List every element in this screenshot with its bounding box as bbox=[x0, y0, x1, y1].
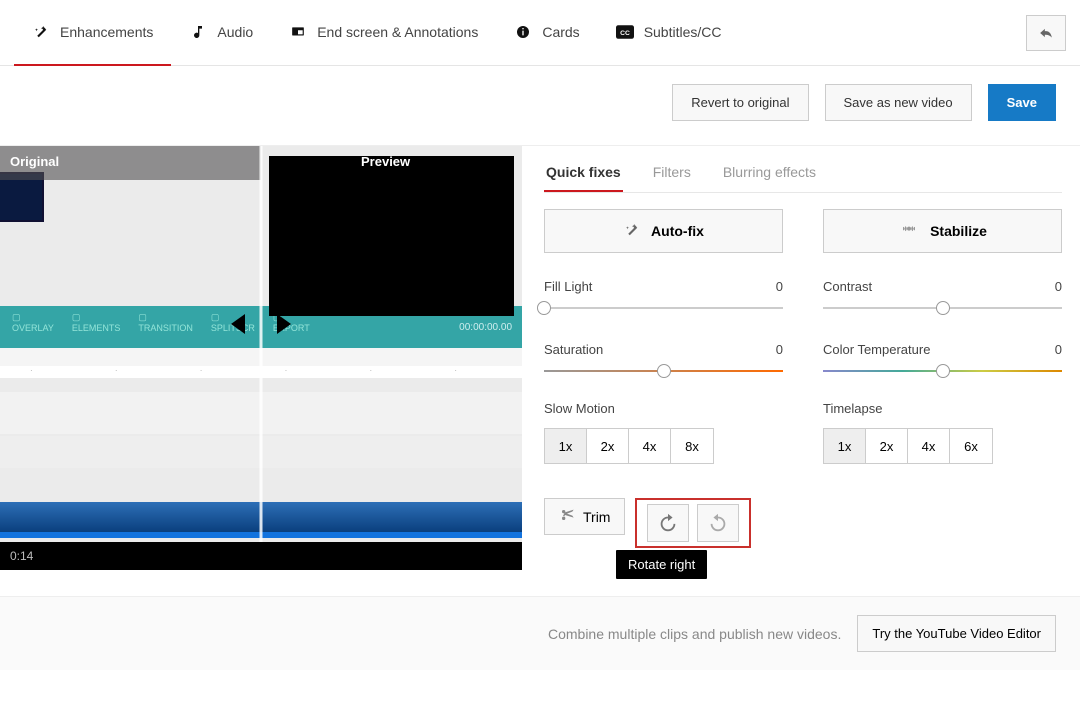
tooltip-rotate-right: Rotate right bbox=[616, 550, 707, 579]
slider-contrast[interactable]: Contrast 0 bbox=[823, 279, 1062, 316]
video-controls[interactable]: 0:14 bbox=[0, 542, 522, 570]
compare-handle-right-icon[interactable] bbox=[277, 314, 291, 334]
wand-icon bbox=[32, 23, 50, 41]
subtabs: Quick fixes Filters Blurring effects bbox=[544, 160, 1062, 193]
scissors-icon bbox=[559, 507, 575, 526]
original-label: Original bbox=[10, 154, 59, 169]
tab-endscreen[interactable]: End screen & Annotations bbox=[271, 0, 496, 66]
timecode: 00:00:00.00 bbox=[459, 322, 512, 333]
music-note-icon bbox=[189, 23, 207, 41]
time-1x[interactable]: 1x bbox=[824, 429, 866, 463]
tab-label: Cards bbox=[542, 24, 579, 40]
preview-label: Preview bbox=[361, 154, 410, 169]
stabilize-label: Stabilize bbox=[930, 223, 987, 239]
main-area: Original Preview ▢OVERLAY▢ELEMENTS▢TRANS… bbox=[0, 146, 1080, 570]
tab-label: Subtitles/CC bbox=[644, 24, 722, 40]
rotate-left-icon bbox=[707, 512, 729, 534]
trim-button[interactable]: Trim bbox=[544, 498, 625, 535]
subtab-blurring[interactable]: Blurring effects bbox=[721, 160, 818, 192]
slider-value: 0 bbox=[776, 342, 783, 357]
slowmotion-group: Slow Motion 1x 2x 4x 8x bbox=[544, 401, 783, 464]
rotate-right-button[interactable] bbox=[647, 504, 689, 542]
video-time: 0:14 bbox=[10, 549, 33, 563]
rotate-left-button[interactable] bbox=[697, 504, 739, 542]
endscreen-icon bbox=[289, 23, 307, 41]
autofix-label: Auto-fix bbox=[651, 223, 704, 239]
tab-enhancements[interactable]: Enhancements bbox=[14, 0, 171, 66]
save-button[interactable]: Save bbox=[988, 84, 1056, 121]
subtab-quickfixes[interactable]: Quick fixes bbox=[544, 160, 623, 192]
group-label: Timelapse bbox=[823, 401, 1062, 416]
trim-label: Trim bbox=[583, 509, 610, 525]
compare-handle-left-icon[interactable] bbox=[231, 314, 245, 334]
slider-value: 0 bbox=[1055, 279, 1062, 294]
cc-icon: CC bbox=[616, 23, 634, 41]
autofix-button[interactable]: Auto-fix bbox=[544, 209, 783, 253]
editor-tabs: Enhancements Audio End screen & Annotati… bbox=[0, 0, 1080, 66]
rotate-right-icon bbox=[657, 512, 679, 534]
slow-2x[interactable]: 2x bbox=[587, 429, 629, 463]
preview-frame[interactable]: Original Preview ▢OVERLAY▢ELEMENTS▢TRANS… bbox=[0, 146, 522, 542]
slider-label: Color Temperature bbox=[823, 342, 930, 357]
tab-audio[interactable]: Audio bbox=[171, 0, 271, 66]
time-6x[interactable]: 6x bbox=[950, 429, 992, 463]
revert-button[interactable]: Revert to original bbox=[672, 84, 808, 121]
tab-label: End screen & Annotations bbox=[317, 24, 478, 40]
stabilize-button[interactable]: Stabilize bbox=[823, 209, 1062, 253]
tab-subtitles[interactable]: CC Subtitles/CC bbox=[598, 0, 740, 66]
preview-column: Original Preview ▢OVERLAY▢ELEMENTS▢TRANS… bbox=[0, 146, 522, 570]
controls-column: Quick fixes Filters Blurring effects Aut… bbox=[544, 146, 1062, 548]
compare-divider[interactable] bbox=[260, 146, 263, 542]
svg-text:CC: CC bbox=[620, 30, 630, 37]
tab-label: Enhancements bbox=[60, 24, 153, 40]
group-label: Slow Motion bbox=[544, 401, 783, 416]
tab-cards[interactable]: Cards bbox=[496, 0, 597, 66]
timelapse-group: Timelapse 1x 2x 4x 6x bbox=[823, 401, 1062, 464]
slow-4x[interactable]: 4x bbox=[629, 429, 671, 463]
rotate-highlight-box bbox=[635, 498, 751, 548]
slider-label: Saturation bbox=[544, 342, 603, 357]
back-button[interactable] bbox=[1026, 15, 1066, 51]
info-icon bbox=[514, 23, 532, 41]
slider-fill-light[interactable]: Fill Light 0 bbox=[544, 279, 783, 316]
slider-value: 0 bbox=[1055, 342, 1062, 357]
slider-value: 0 bbox=[776, 279, 783, 294]
wand-icon bbox=[623, 221, 641, 242]
action-row: Revert to original Save as new video Sav… bbox=[0, 66, 1080, 145]
try-editor-button[interactable]: Try the YouTube Video Editor bbox=[857, 615, 1056, 652]
reply-arrow-icon bbox=[1036, 26, 1056, 40]
time-4x[interactable]: 4x bbox=[908, 429, 950, 463]
slider-color-temperature[interactable]: Color Temperature 0 bbox=[823, 342, 1062, 379]
save-as-new-button[interactable]: Save as new video bbox=[825, 84, 972, 121]
slider-label: Fill Light bbox=[544, 279, 592, 294]
time-2x[interactable]: 2x bbox=[866, 429, 908, 463]
slow-8x[interactable]: 8x bbox=[671, 429, 713, 463]
stabilize-icon bbox=[898, 222, 920, 241]
slow-1x[interactable]: 1x bbox=[545, 429, 587, 463]
footer-message: Combine multiple clips and publish new v… bbox=[548, 626, 841, 642]
subtab-filters[interactable]: Filters bbox=[651, 160, 693, 192]
slider-saturation[interactable]: Saturation 0 bbox=[544, 342, 783, 379]
slider-label: Contrast bbox=[823, 279, 872, 294]
tab-label: Audio bbox=[217, 24, 253, 40]
footer: Combine multiple clips and publish new v… bbox=[0, 596, 1080, 670]
